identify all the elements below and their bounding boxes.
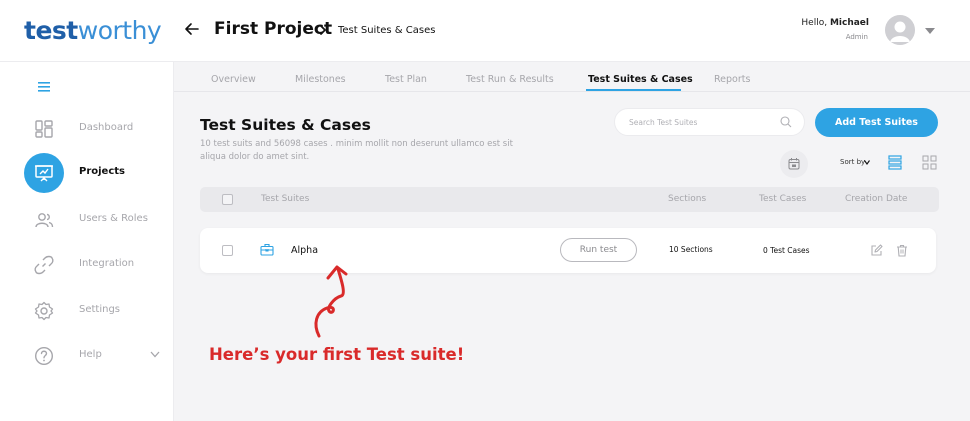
page-description: 10 test suits and 56098 cases . minim mo… (200, 139, 513, 162)
greeting-prefix: Hello, (801, 18, 830, 28)
tab-overview[interactable]: Overview (211, 74, 256, 85)
column-header-creation-date: Creation Date (845, 194, 908, 204)
top-header: testworthy First Project Test Suites & C… (0, 0, 970, 62)
sort-by-label[interactable]: Sort by (840, 158, 865, 166)
sort-caret-down-icon[interactable] (864, 160, 870, 165)
grid-view-icon[interactable] (922, 155, 937, 170)
column-header-test-cases: Test Cases (759, 194, 807, 204)
link-icon (34, 255, 54, 275)
trash-icon[interactable] (896, 244, 908, 257)
tab-test-run-results[interactable]: Test Run & Results (466, 74, 554, 85)
sidebar-item-integration[interactable]: Integration (0, 244, 174, 284)
annotation-callout: Here’s your first Test suite! (209, 345, 465, 364)
tab-milestones[interactable]: Milestones (295, 74, 346, 85)
sidebar: Dashboard Projects Users & Roles Integra… (0, 62, 174, 421)
column-header-test-suites: Test Suites (261, 194, 310, 204)
sidebar-item-label: Help (79, 349, 102, 360)
avatar[interactable] (885, 15, 915, 45)
sidebar-item-label: Integration (79, 258, 135, 269)
tab-test-plan[interactable]: Test Plan (385, 74, 427, 85)
back-arrow-icon[interactable] (184, 21, 200, 37)
test-cases-count: 0 Test Cases (763, 246, 810, 255)
annotation-arrow-icon (314, 265, 348, 338)
row-checkbox[interactable] (222, 245, 233, 256)
breadcrumb-current: Test Suites & Cases (338, 25, 436, 36)
sidebar-item-settings[interactable]: Settings (0, 290, 174, 330)
presentation-icon (35, 165, 53, 182)
table-header: Test Suites Sections Test Cases Creation… (200, 187, 939, 212)
sidebar-item-help[interactable]: Help (0, 335, 174, 375)
users-icon (35, 213, 54, 228)
dashboard-icon (35, 120, 53, 138)
active-tab-underline (586, 89, 681, 91)
chevron-right-icon (320, 25, 326, 35)
logo-text-bold: test (24, 16, 78, 45)
add-test-suites-button[interactable]: Add Test Suites (815, 108, 938, 137)
sidebar-item-label: Projects (79, 166, 126, 177)
edit-icon[interactable] (870, 244, 883, 257)
gear-icon (34, 301, 54, 321)
tab-test-suites-cases[interactable]: Test Suites & Cases (588, 74, 693, 85)
calendar-icon (788, 158, 800, 170)
help-icon (34, 346, 54, 366)
project-tabs: Overview Milestones Test Plan Test Run &… (174, 62, 970, 92)
user-name: Michael (829, 18, 869, 28)
logo-text-light: worthy (77, 16, 162, 45)
testworthy-logo[interactable]: testworthy (24, 16, 162, 45)
sidebar-item-projects[interactable]: Projects (0, 152, 174, 193)
search-input[interactable] (629, 115, 779, 130)
search-box[interactable] (614, 108, 805, 136)
sidebar-item-dashboard[interactable]: Dashboard (0, 108, 174, 148)
column-header-sections: Sections (668, 194, 707, 204)
project-title: First Project (214, 19, 333, 39)
tab-reports[interactable]: Reports (714, 74, 750, 85)
hamburger-menu-icon[interactable] (38, 82, 50, 92)
sidebar-item-users-roles[interactable]: Users & Roles (0, 199, 174, 239)
chevron-down-icon[interactable] (150, 351, 160, 358)
run-test-button[interactable]: Run test (560, 238, 637, 262)
sidebar-item-label: Settings (79, 304, 121, 315)
briefcase-icon (260, 243, 274, 256)
sidebar-item-label: Users & Roles (79, 213, 148, 224)
sidebar-item-label: Dashboard (79, 122, 134, 133)
select-all-checkbox[interactable] (222, 194, 233, 205)
caret-down-icon[interactable] (925, 28, 935, 34)
sections-count: 10 Sections (669, 245, 713, 254)
list-view-icon[interactable] (888, 155, 902, 170)
suite-name[interactable]: Alpha (291, 245, 318, 256)
user-greeting: Hello, Michael (801, 18, 869, 28)
avatar-icon (885, 15, 915, 45)
user-role: Admin (845, 33, 868, 41)
page-title: Test Suites & Cases (200, 116, 371, 134)
search-icon[interactable] (780, 116, 792, 128)
calendar-filter-button[interactable] (780, 150, 808, 178)
